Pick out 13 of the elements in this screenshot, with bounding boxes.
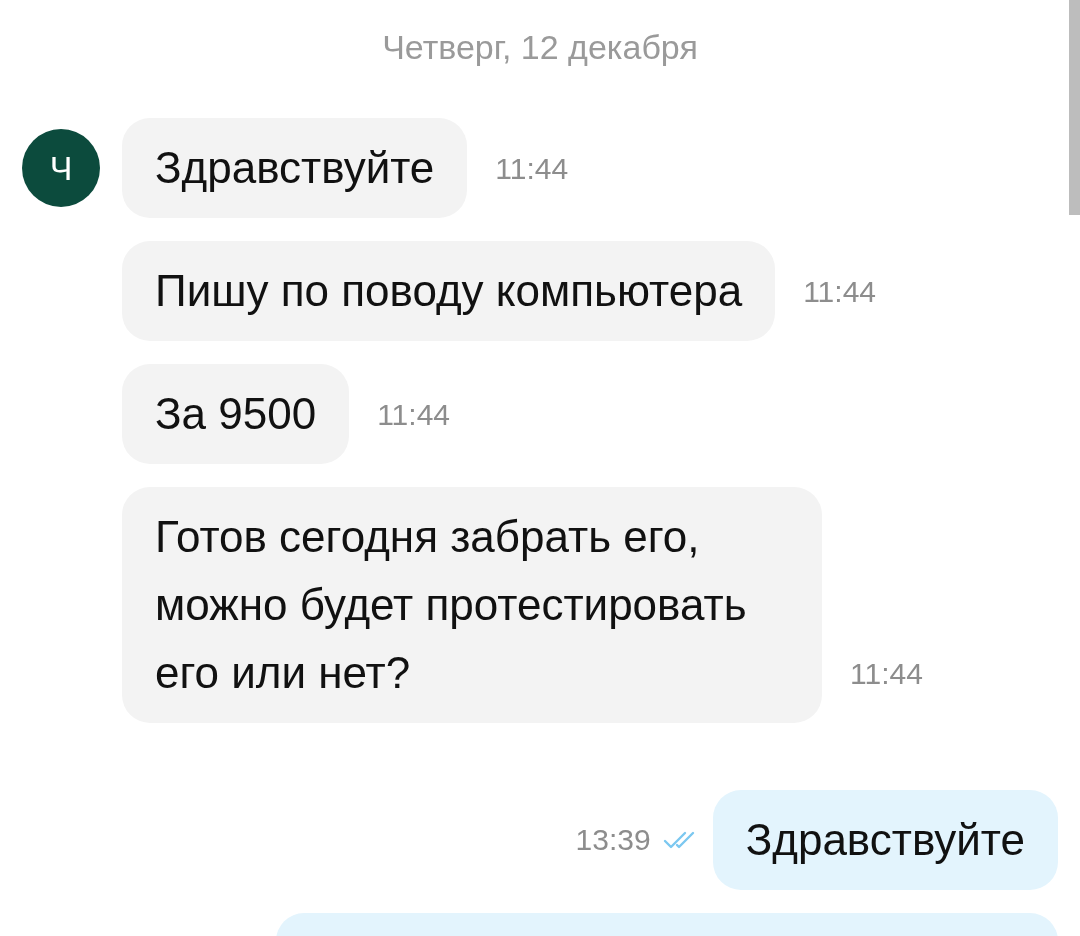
message-bubble: Здравствуйте bbox=[712, 790, 1058, 890]
message-bubble: Пишу по поводу компьютера bbox=[122, 241, 776, 341]
avatar[interactable]: Ч bbox=[22, 129, 100, 207]
message-bubble: Здравствуйте bbox=[122, 118, 468, 218]
message-bubble: За 9500 bbox=[122, 364, 350, 464]
scrollbar[interactable] bbox=[1069, 0, 1080, 215]
message-bubble: Готов сегодня забрать его, можно будет протестировать его или нет? bbox=[122, 487, 822, 723]
message-time: 11:44 bbox=[803, 275, 876, 309]
message-time: 11:44 bbox=[377, 398, 450, 432]
message-time: 11:44 bbox=[495, 152, 569, 186]
message-time: 11:44 bbox=[850, 657, 923, 691]
date-header: Четверг, 12 декабря bbox=[382, 28, 698, 66]
message-time: 13:39 bbox=[575, 823, 651, 857]
